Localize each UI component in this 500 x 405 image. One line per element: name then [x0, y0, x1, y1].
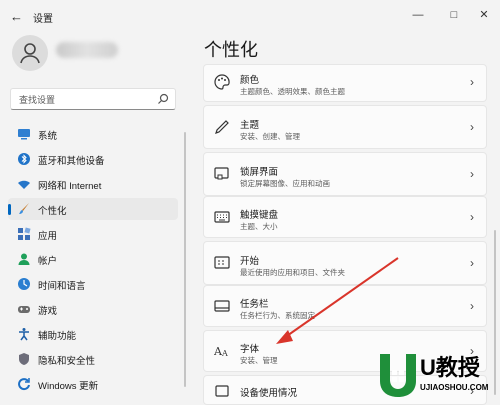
- watermark-site: UJIAOSHOU.COM: [420, 383, 489, 392]
- sidebar-scrollbar[interactable]: [184, 132, 186, 387]
- sidebar-item-personalization[interactable]: 个性化: [8, 198, 178, 220]
- taskbar-icon: [214, 300, 230, 312]
- keyboard-icon: [214, 211, 230, 223]
- monitor-icon: [18, 129, 30, 140]
- sidebar-item-accounts[interactable]: 帐户: [8, 248, 178, 270]
- sidebar-item-gaming[interactable]: 游戏: [8, 298, 178, 320]
- card-subtitle: 安装、管理: [240, 356, 278, 365]
- sidebar-item-label: 辅助功能: [38, 331, 77, 342]
- device-usage-icon: [215, 385, 229, 397]
- card-title: 触摸键盘: [240, 210, 279, 221]
- chevron-right-icon: ›: [470, 210, 474, 224]
- lockscreen-icon: [214, 167, 229, 180]
- sidebar-item-time-language[interactable]: 时间和语言: [8, 273, 178, 295]
- start-icon: [214, 256, 230, 269]
- card-title: 字体: [240, 344, 260, 355]
- chevron-right-icon: ›: [470, 75, 474, 89]
- card-subtitle: 主题、大小: [240, 222, 278, 231]
- watermark-logo: [380, 354, 416, 397]
- sidebar-item-label: Windows 更新: [38, 381, 99, 392]
- shield-icon: [19, 353, 29, 365]
- bluetooth-icon: [18, 153, 30, 165]
- card-subtitle: 锁定屏幕图像、应用和动画: [240, 179, 330, 188]
- pen-icon: [215, 120, 229, 134]
- page-title: 个性化: [204, 40, 258, 60]
- title-bar: ← 设置 — □ ✕: [0, 0, 500, 32]
- chevron-right-icon: ›: [470, 167, 474, 181]
- card-subtitle: 安装、创建、管理: [240, 132, 300, 141]
- search-icon[interactable]: [157, 93, 169, 105]
- card-title: 开始: [240, 256, 260, 267]
- card-lock-screen[interactable]: 锁屏界面 锁定屏幕图像、应用和动画 ›: [203, 152, 487, 196]
- sidebar-item-bluetooth[interactable]: 蓝牙和其他设备: [8, 148, 178, 170]
- chevron-right-icon: ›: [470, 299, 474, 313]
- sidebar-item-network[interactable]: 网络和 Internet: [8, 173, 178, 195]
- sidebar-item-label: 隐私和安全性: [38, 356, 96, 367]
- card-subtitle: 最近使用的应用和项目、文件夹: [240, 268, 345, 277]
- maximize-button[interactable]: □: [440, 5, 468, 25]
- sidebar-item-label: 帐户: [38, 256, 58, 267]
- sidebar-item-privacy[interactable]: 隐私和安全性: [8, 348, 178, 370]
- card-start[interactable]: 开始 最近使用的应用和项目、文件夹 ›: [203, 241, 487, 285]
- brush-icon: [19, 203, 29, 214]
- sidebar-item-label: 游戏: [38, 306, 58, 317]
- card-title: 锁屏界面: [240, 167, 279, 178]
- avatar[interactable]: [12, 35, 48, 71]
- card-title: 颜色: [240, 75, 260, 86]
- sidebar-item-windows-update[interactable]: Windows 更新: [8, 373, 178, 395]
- svg-text:A: A: [221, 349, 228, 358]
- accessibility-icon: [19, 328, 29, 341]
- chevron-right-icon: ›: [470, 120, 474, 134]
- watermark: U教授 UJIAOSHOU.COM: [378, 350, 500, 400]
- card-title: 任务栏: [240, 299, 269, 310]
- account-name-blurred: [56, 42, 118, 58]
- sidebar-item-label: 网络和 Internet: [38, 181, 102, 192]
- card-subtitle: 任务栏行为、系统固定: [240, 311, 315, 320]
- sidebar-item-label: 系统: [38, 131, 58, 142]
- card-taskbar[interactable]: 任务栏 任务栏行为、系统固定 ›: [203, 285, 487, 327]
- back-arrow-icon[interactable]: ←: [10, 9, 23, 24]
- wifi-icon: [18, 180, 30, 189]
- sidebar-item-label: 时间和语言: [38, 281, 86, 292]
- card-title: 主题: [240, 120, 260, 131]
- card-subtitle: 主题颜色、透明效果、颜色主题: [240, 87, 345, 96]
- account-icon: [18, 253, 30, 265]
- clock-globe-icon: [18, 278, 30, 290]
- gamepad-icon: [18, 306, 30, 313]
- sidebar-item-system[interactable]: 系统: [8, 123, 178, 145]
- watermark-brand: U教授: [420, 355, 480, 380]
- window-title: 设置: [33, 14, 53, 25]
- apps-icon: [18, 227, 31, 240]
- user-icon: [20, 43, 40, 64]
- search-box[interactable]: [10, 88, 176, 110]
- card-touch-keyboard[interactable]: 触摸键盘 主题、大小 ›: [203, 196, 487, 238]
- sidebar-item-accessibility[interactable]: 辅助功能: [8, 323, 178, 345]
- search-input[interactable]: [17, 91, 161, 109]
- sidebar-item-label: 个性化: [38, 206, 67, 217]
- minimize-button[interactable]: —: [404, 5, 432, 25]
- update-icon: [18, 378, 30, 391]
- selection-indicator: [8, 204, 11, 215]
- close-button[interactable]: ✕: [470, 5, 498, 25]
- sidebar-item-apps[interactable]: 应用: [8, 223, 178, 245]
- card-themes[interactable]: 主题 安装、创建、管理 ›: [203, 105, 487, 149]
- font-icon: A A: [214, 345, 228, 358]
- card-title: 设备使用情况: [240, 388, 298, 399]
- sidebar-item-label: 蓝牙和其他设备: [38, 156, 105, 167]
- palette-icon: [214, 74, 230, 90]
- chevron-right-icon: ›: [470, 256, 474, 270]
- card-colors[interactable]: 颜色 主题颜色、透明效果、颜色主题 ›: [203, 64, 487, 102]
- sidebar-item-label: 应用: [38, 231, 58, 242]
